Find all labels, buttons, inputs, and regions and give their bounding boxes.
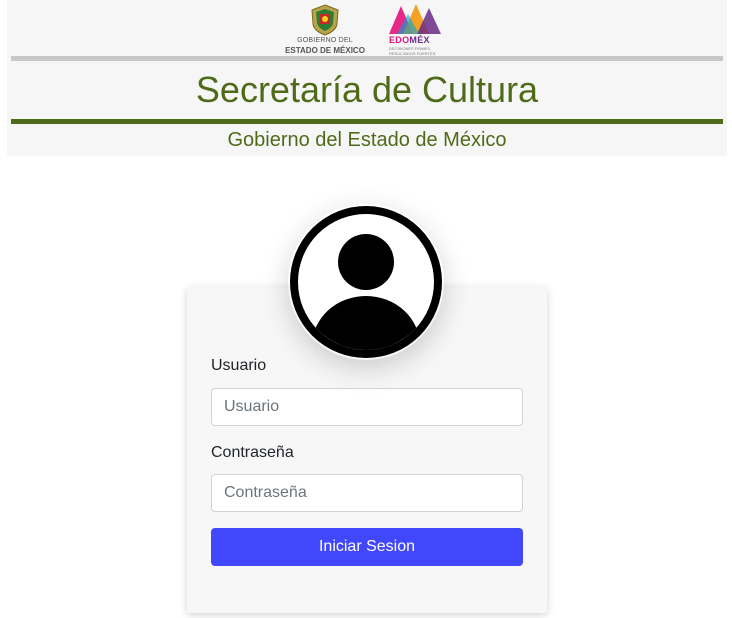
- header-logos: GOBIERNO DEL ESTADO DE MÉXICO EDOMÉX DEC…: [7, 0, 727, 56]
- header-divider-green: [11, 119, 723, 124]
- username-input[interactable]: [211, 388, 523, 426]
- edomex-logo: EDOMÉX DECISIONES FIRMES, RESULTADOS FUE…: [387, 2, 447, 56]
- gobierno-logo-line2: ESTADO DE MÉXICO: [285, 46, 365, 55]
- site-header: GOBIERNO DEL ESTADO DE MÉXICO EDOMÉX DEC…: [7, 0, 727, 156]
- edomex-tagline: DECISIONES FIRMES, RESULTADOS FUERTES.: [389, 46, 437, 56]
- page-subtitle: Gobierno del Estado de México: [227, 129, 507, 151]
- edomex-wordmark: EDOMÉX: [389, 35, 430, 45]
- edomex-mountains-icon: [389, 4, 441, 34]
- coat-of-arms-icon: [311, 4, 339, 36]
- user-circle-icon: [290, 206, 442, 358]
- username-label: Usuario: [211, 357, 267, 374]
- page-title: Secretaría de Cultura: [195, 69, 539, 110]
- password-input[interactable]: [211, 474, 523, 512]
- login-button[interactable]: Iniciar Sesion: [211, 528, 523, 566]
- header-divider-grey: [11, 56, 723, 61]
- gobierno-logo: GOBIERNO DEL ESTADO DE MÉXICO: [277, 2, 373, 56]
- user-avatar: [288, 204, 444, 360]
- gobierno-logo-line1: GOBIERNO DEL: [297, 37, 353, 44]
- password-label: Contraseña: [211, 444, 294, 461]
